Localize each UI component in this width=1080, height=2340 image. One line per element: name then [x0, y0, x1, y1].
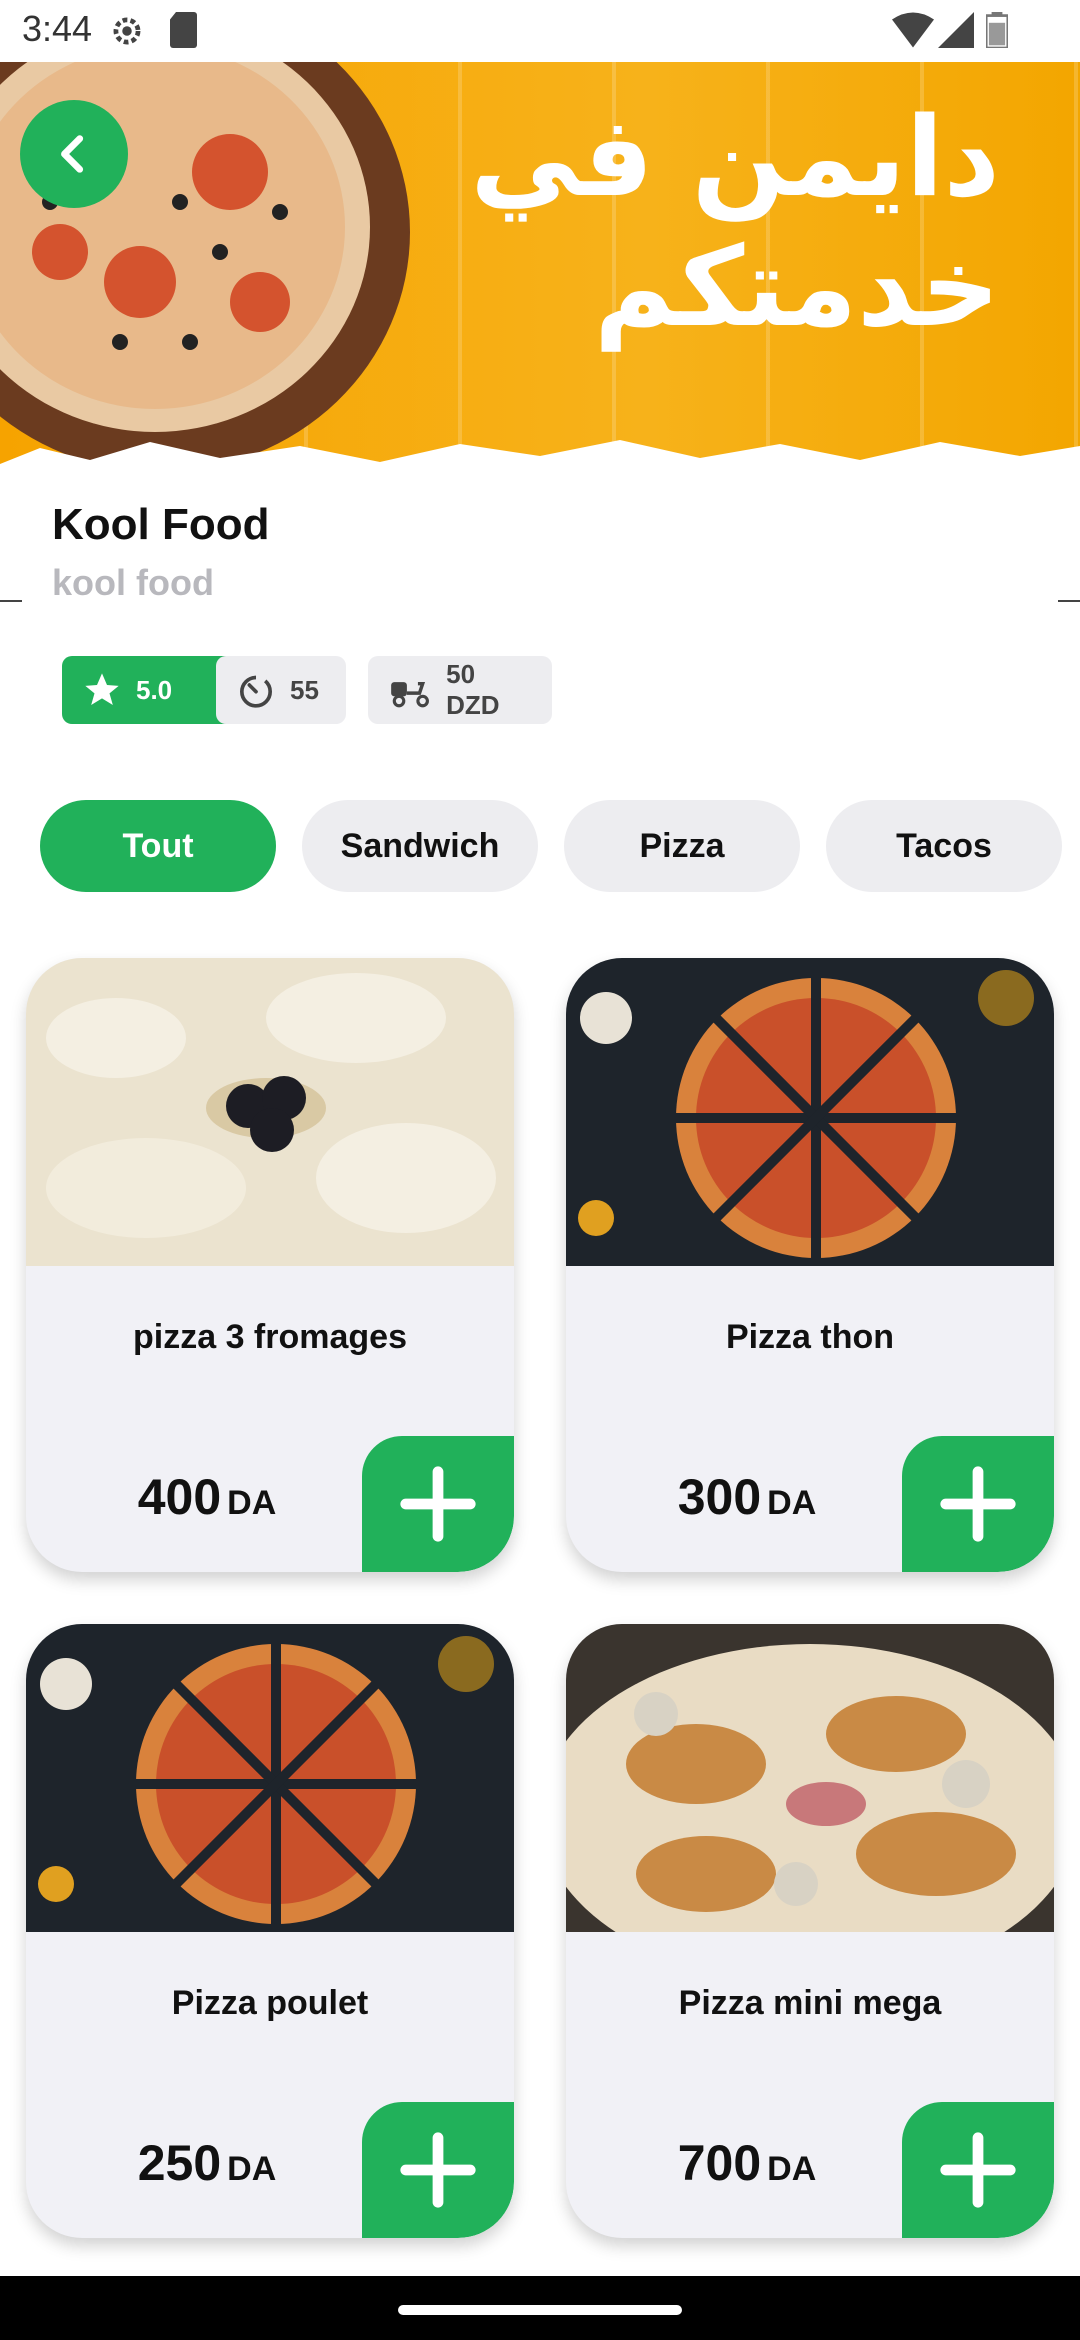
product-name: pizza 3 fromages [133, 1318, 407, 1356]
product-price: 300 DA [677, 1469, 817, 1525]
delivery-time-chip: 55 [216, 656, 346, 724]
scooter-icon [391, 681, 429, 708]
plus-icon [940, 2132, 1016, 2208]
product-card[interactable]: Pizza thon 300 DA [566, 958, 1054, 1572]
add-to-cart-button[interactable] [362, 1436, 514, 1572]
plus-icon [940, 1466, 1016, 1542]
battery-icon [984, 12, 1010, 53]
status-time: 3:44 [22, 8, 93, 49]
product-card[interactable]: Pizza poulet 250 DA [26, 1624, 514, 2238]
hero-banner-text: دايمن في خدمتكم [470, 93, 1000, 351]
star-icon [85, 673, 119, 705]
product-name: Pizza poulet [171, 1984, 369, 2022]
product-name: Pizza thon [725, 1318, 895, 1356]
rating-value: 5.0 [136, 674, 173, 705]
product-price: 700 DA [677, 2135, 817, 2191]
sd-card-icon [170, 12, 200, 53]
product-price: 250 DA [137, 2135, 277, 2191]
product-card[interactable]: pizza 3 fromages 400 DA [26, 958, 514, 1572]
category-tab-tacos[interactable]: Tacos [826, 800, 1062, 892]
category-tab-sandwich[interactable]: Sandwich [302, 800, 538, 892]
chevron-left-icon [61, 135, 84, 173]
settings-icon [108, 12, 146, 55]
category-tab-pizza[interactable]: Pizza [564, 800, 800, 892]
product-card[interactable]: Pizza mini mega 700 DA [566, 1624, 1054, 2238]
hero-banner: دايمن في خدمتكم [0, 62, 1080, 474]
home-gesture-handle[interactable] [398, 2305, 682, 2315]
add-to-cart-button[interactable] [902, 1436, 1054, 1572]
plus-icon [400, 1466, 476, 1542]
product-price: 400 DA [137, 1469, 277, 1525]
delivery-fee-value: 50 DZD [446, 659, 500, 720]
product-image [566, 958, 1054, 1266]
product-image [566, 1624, 1054, 1932]
plus-icon [400, 2132, 476, 2208]
restaurant-subtitle: kool food [52, 562, 214, 603]
category-tab-tout[interactable]: Tout [40, 800, 276, 892]
restaurant-name: Kool Food [52, 500, 270, 549]
add-to-cart-button[interactable] [902, 2102, 1054, 2238]
product-image [26, 1624, 514, 1932]
signal-icon [938, 12, 974, 53]
timer-icon [240, 675, 272, 708]
back-button[interactable] [20, 100, 128, 208]
delivery-time-value: 55 [290, 674, 319, 705]
status-bar: 3:44 [0, 0, 1080, 62]
add-to-cart-button[interactable] [362, 2102, 514, 2238]
product-image [26, 958, 514, 1266]
rating-chip: 5.0 [62, 656, 236, 724]
wifi-icon [892, 12, 934, 53]
product-name: Pizza mini mega [678, 1984, 942, 2022]
delivery-fee-chip: 50 DZD [368, 656, 552, 724]
